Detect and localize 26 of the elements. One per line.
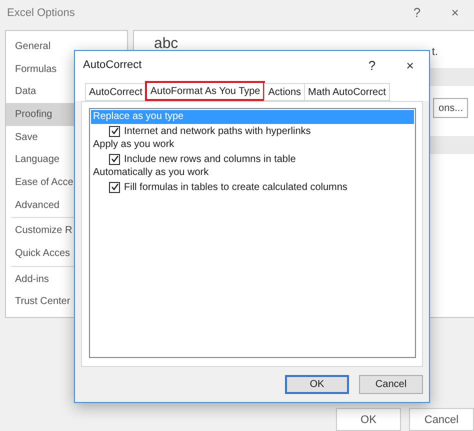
description-text: t. [432, 46, 438, 58]
help-button[interactable]: ? [353, 52, 391, 78]
proofing-icon-text: abc [154, 35, 178, 52]
ok-button[interactable]: OK [336, 408, 401, 431]
tab[interactable]: Math AutoCorrect [304, 83, 390, 101]
option-label: Include new rows and columns in table [124, 154, 296, 164]
option-label: Fill formulas in tables to create calculated columns [124, 182, 348, 192]
close-button[interactable]: × [391, 52, 429, 78]
checkbox[interactable] [109, 182, 120, 192]
help-button[interactable]: ? [398, 0, 436, 25]
cancel-button[interactable]: Cancel [359, 375, 423, 394]
dialog-title: AutoCorrect [83, 59, 143, 71]
tab[interactable]: AutoFormat As You Type [145, 81, 266, 101]
checkbox[interactable] [109, 126, 120, 136]
close-button[interactable]: × [436, 0, 474, 25]
tab[interactable]: Actions [264, 83, 306, 101]
tab[interactable]: AutoCorrect [85, 83, 146, 101]
option-label: Internet and network paths with hyperlinks [124, 126, 311, 136]
ok-button[interactable]: OK [285, 375, 349, 394]
window-title: Excel Options [7, 6, 76, 18]
cancel-button[interactable]: Cancel [409, 408, 474, 431]
group-header[interactable]: Automatically as you work [91, 166, 414, 180]
group-header[interactable]: Apply as you work [91, 138, 414, 152]
options-button[interactable]: ons... [432, 98, 468, 118]
sidebar-item[interactable]: General [6, 35, 127, 58]
checkbox[interactable] [109, 154, 120, 164]
